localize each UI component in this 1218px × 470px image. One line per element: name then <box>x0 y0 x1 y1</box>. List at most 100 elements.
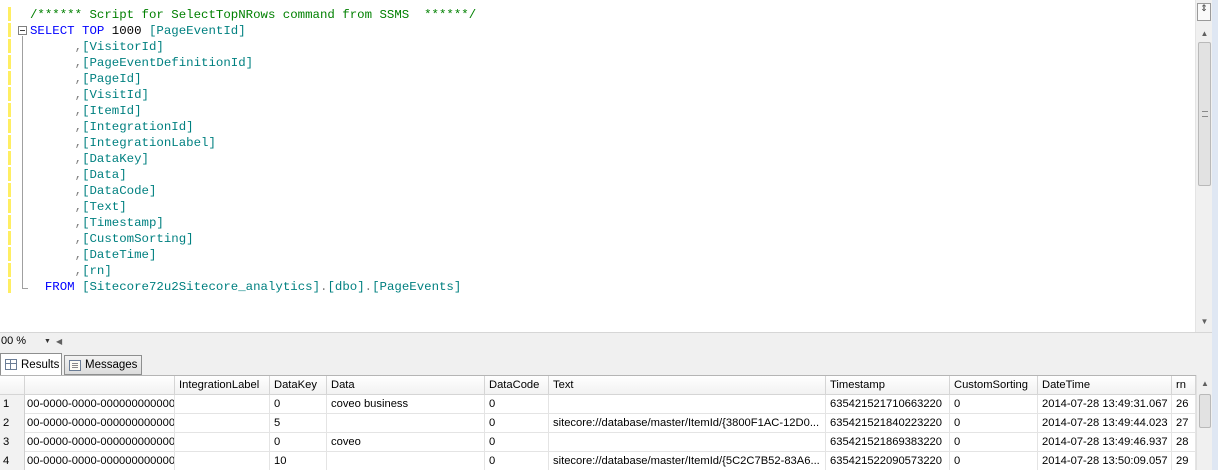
code-token: , <box>30 152 83 166</box>
column-header[interactable]: CustomSorting <box>950 376 1038 395</box>
query-editor[interactable]: /****** Script for SelectTopNRows comman… <box>0 0 1218 332</box>
sql-code[interactable]: /****** Script for SelectTopNRows comman… <box>30 7 476 295</box>
code-token: [DataCode] <box>82 184 157 198</box>
tab-messages[interactable]: Messages <box>64 355 142 375</box>
scroll-left-icon[interactable]: ◀ <box>56 334 68 349</box>
code-line: ,[IntegrationId] <box>30 119 476 135</box>
editor-gutter <box>0 0 8 332</box>
outline-line-end <box>22 288 28 289</box>
row-number[interactable]: 4 <box>0 452 25 470</box>
code-line: ,[IntegrationLabel] <box>30 135 476 151</box>
code-token: [PageEventId] <box>148 24 246 38</box>
column-header[interactable]: Data <box>327 376 485 395</box>
grid-cell[interactable] <box>175 452 270 470</box>
grid-cell[interactable]: 0 <box>270 433 327 452</box>
code-token: [IntegrationId] <box>82 120 194 134</box>
column-header[interactable] <box>25 376 175 395</box>
grid-cell[interactable]: 29 <box>1172 452 1196 470</box>
editor-scroll-thumb[interactable] <box>1198 42 1211 186</box>
tab-results[interactable]: Results <box>0 353 62 375</box>
column-header[interactable]: DataCode <box>485 376 549 395</box>
grid-cell[interactable]: 27 <box>1172 414 1196 433</box>
column-header[interactable]: Text <box>549 376 826 395</box>
grid-cell[interactable]: 635421522090573220 <box>826 452 950 470</box>
grid-cell[interactable]: 28 <box>1172 433 1196 452</box>
grid-cell[interactable]: 26 <box>1172 395 1196 414</box>
column-header[interactable]: IntegrationLabel <box>175 376 270 395</box>
code-line: ,[PageId] <box>30 71 476 87</box>
column-header[interactable]: Timestamp <box>826 376 950 395</box>
grid-cell[interactable] <box>175 395 270 414</box>
collapse-region-icon[interactable] <box>18 26 27 35</box>
grid-cell[interactable]: 0 <box>270 395 327 414</box>
grid-cell[interactable]: 5 <box>270 414 327 433</box>
table-row[interactable]: 3 00-0000-0000-000000000000 0 coveo 0 6354215… <box>0 433 1196 452</box>
grid-cell[interactable]: 2014-07-28 13:49:31.067 <box>1038 395 1172 414</box>
chevron-down-icon[interactable]: ▼ <box>44 334 54 349</box>
zoom-level-select[interactable]: 00 % <box>0 334 44 349</box>
grid-cell[interactable]: 635421521869383220 <box>826 433 950 452</box>
grid-cell[interactable] <box>175 414 270 433</box>
code-line: ,[PageEventDefinitionId] <box>30 55 476 71</box>
grid-cell[interactable]: 0 <box>485 452 549 470</box>
grid-cell[interactable]: coveo <box>327 433 485 452</box>
change-mark <box>8 263 11 277</box>
grid-cell[interactable]: 0 <box>485 414 549 433</box>
table-row[interactable]: 1 00-0000-0000-000000000000 0 coveo busines… <box>0 395 1196 414</box>
row-number[interactable]: 2 <box>0 414 25 433</box>
column-header[interactable]: rn <box>1172 376 1196 395</box>
row-number[interactable]: 3 <box>0 433 25 452</box>
code-token: [DataKey] <box>82 152 149 166</box>
column-header[interactable]: DataKey <box>270 376 327 395</box>
grid-cell[interactable]: 635421521710663220 <box>826 395 950 414</box>
editor-vertical-scrollbar[interactable]: ⇕ ▲ ▼ <box>1195 0 1212 332</box>
results-tab-strip: Results Messages <box>0 349 1212 375</box>
code-line: ,[Text] <box>30 199 476 215</box>
scroll-up-icon[interactable]: ▲ <box>1197 377 1213 391</box>
grid-cell[interactable] <box>549 395 826 414</box>
grid-cell[interactable]: 0 <box>485 433 549 452</box>
grid-cell[interactable]: 0 <box>950 433 1038 452</box>
grid-cell[interactable]: 0 <box>485 395 549 414</box>
scroll-up-icon[interactable]: ▲ <box>1196 26 1213 42</box>
table-row[interactable]: 4 00-0000-0000-000000000000 10 0 sitecore://… <box>0 452 1196 470</box>
grid-cell[interactable] <box>327 452 485 470</box>
grid-cell[interactable]: 00-0000-0000-000000000000 <box>25 452 175 470</box>
grid-cell[interactable] <box>327 414 485 433</box>
grid-cell[interactable]: 0 <box>950 452 1038 470</box>
scroll-corner <box>1195 333 1212 350</box>
code-line: ,[CustomSorting] <box>30 231 476 247</box>
window-edge <box>1212 0 1218 470</box>
grid-cell[interactable]: 635421521840223220 <box>826 414 950 433</box>
grid-cell[interactable]: coveo business <box>327 395 485 414</box>
column-header[interactable]: DateTime <box>1038 376 1172 395</box>
grid-cell[interactable]: 00-0000-0000-000000000000 <box>25 395 175 414</box>
grid-cell[interactable] <box>175 433 270 452</box>
scroll-down-icon[interactable]: ▼ <box>1196 314 1213 330</box>
code-line: ,[Data] <box>30 167 476 183</box>
grid-cell[interactable]: 0 <box>950 414 1038 433</box>
grid-cell[interactable]: 0 <box>950 395 1038 414</box>
row-number[interactable]: 1 <box>0 395 25 414</box>
grid-cell[interactable]: sitecore://database/master/ItemId/{5C2C7… <box>549 452 826 470</box>
grip-icon <box>1202 111 1208 117</box>
grid-cell[interactable]: sitecore://database/master/ItemId/{3800F… <box>549 414 826 433</box>
grid-cell[interactable]: 00-0000-0000-000000000000 <box>25 433 175 452</box>
grid-vertical-scrollbar[interactable]: ▲ <box>1196 375 1212 470</box>
outline-line <box>22 36 23 288</box>
column-header[interactable] <box>0 376 25 395</box>
change-mark <box>8 183 11 197</box>
results-grid[interactable]: IntegrationLabel DataKey Data DataCode Text T… <box>0 375 1196 470</box>
code-token: SELECT TOP <box>30 24 112 38</box>
table-row[interactable]: 2 00-0000-0000-000000000000 5 0 sitecore://d… <box>0 414 1196 433</box>
grid-scroll-thumb[interactable] <box>1199 394 1211 428</box>
grid-cell[interactable] <box>549 433 826 452</box>
grid-cell[interactable]: 10 <box>270 452 327 470</box>
code-line: ,[Timestamp] <box>30 215 476 231</box>
grid-cell[interactable]: 2014-07-28 13:50:09.057 <box>1038 452 1172 470</box>
grid-cell[interactable]: 2014-07-28 13:49:44.023 <box>1038 414 1172 433</box>
split-window-icon[interactable]: ⇕ <box>1197 3 1211 21</box>
grid-cell[interactable]: 00-0000-0000-000000000000 <box>25 414 175 433</box>
grid-cell[interactable]: 2014-07-28 13:49:46.937 <box>1038 433 1172 452</box>
code-token: , <box>30 248 83 262</box>
